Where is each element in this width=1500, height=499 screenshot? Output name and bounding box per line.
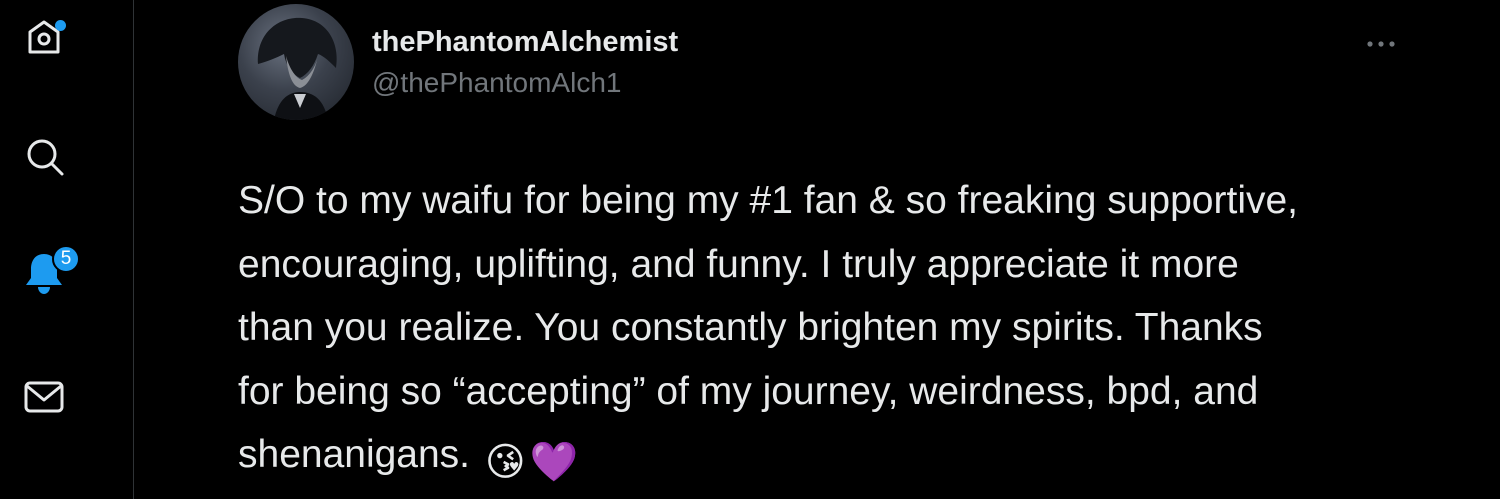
more-icon [1367,41,1395,47]
author-handle[interactable]: @thePhantomAlch1 [372,67,621,99]
nav-search[interactable] [22,134,66,178]
purple-heart-emoji: 💜 [529,441,579,484]
nav-home[interactable] [22,14,66,58]
tweet-text: S/O to my waifu for being my #1 fan & so… [238,169,1428,495]
author-display-name[interactable]: thePhantomAlchemist [372,26,678,59]
tweet-text-line: for being so “accepting” of my journey, … [238,369,1259,413]
sidebar: 5 [0,0,134,499]
tweet-text-last-line: shenanigans. 😘 💜 [238,423,1428,495]
tweet-text-line: S/O to my waifu for being my #1 fan & so… [238,179,1299,222]
tweet-text-line-end: shenanigans. [238,433,471,476]
tweet-text-line: than you realize. You constantly brighte… [238,306,1263,349]
new-content-dot [55,20,66,31]
avatar[interactable] [238,4,354,120]
search-icon [27,139,64,176]
kissing-face-emoji: 😘 [484,441,526,484]
tweet: thePhantomAlchemist @thePhantomAlch1 S/O… [238,4,1500,499]
avatar-image [257,17,337,120]
notification-badge: 5 [52,245,80,273]
more-options-button[interactable] [1364,32,1398,56]
tweet-text-line: encouraging, uplifting, and funny. I tru… [238,242,1239,286]
nav-notifications[interactable]: 5 [22,245,80,294]
mail-icon [24,381,64,413]
nav-messages[interactable] [22,374,66,418]
